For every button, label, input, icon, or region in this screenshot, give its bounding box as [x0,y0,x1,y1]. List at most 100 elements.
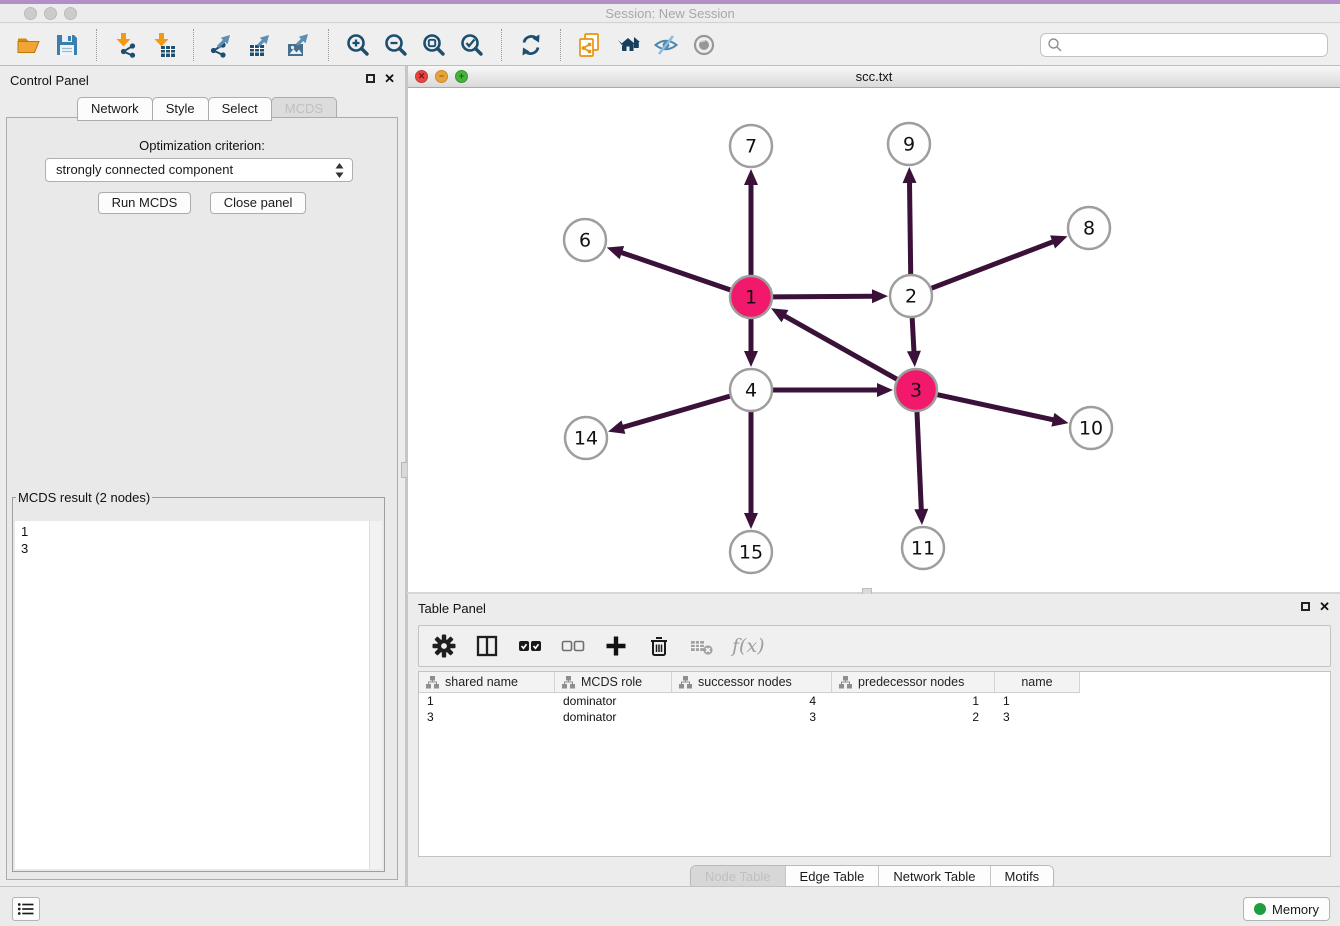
network-window-titlebar[interactable]: ✕ − + scc.txt [408,66,1340,88]
task-history-button[interactable] [12,897,40,921]
close-table-panel-icon[interactable]: ✕ [1319,601,1330,612]
main-toolbar [0,24,1340,66]
delete-column-icon[interactable] [646,633,672,659]
graph-edge-2-8[interactable] [932,242,1054,289]
mcds-tab-pane: Optimization criterion: strongly connect… [6,117,398,880]
memory-button[interactable]: Memory [1243,897,1330,921]
hierarchy-icon [839,676,852,689]
export-table-icon[interactable] [248,32,274,58]
table-cell[interactable]: dominator [555,710,672,724]
search-field[interactable] [1040,33,1328,57]
add-column-icon[interactable] [603,633,629,659]
table-settings-icon[interactable] [431,633,457,659]
graph-edge-2-9[interactable] [910,182,911,274]
graph-edge-3-11[interactable] [917,412,921,510]
table-header-row: shared name MCDS role successor nodes pr… [419,672,1080,693]
network-view-window: ✕ − + scc.txt 7968124314101511 [407,66,1340,592]
zoom-in-icon[interactable] [345,32,371,58]
graph-edge-1-6[interactable] [621,252,730,290]
memory-status-dot [1254,903,1266,915]
tab-style[interactable]: Style [152,97,209,121]
search-input[interactable] [1063,35,1327,55]
table-cell[interactable]: 1 [419,694,555,708]
graph-node-label-15: 15 [739,542,763,564]
table-cell[interactable]: 3 [419,710,555,724]
result-scrollbar[interactable] [369,521,382,869]
graph-edge-2-3[interactable] [912,318,914,352]
table-cell[interactable]: 3 [995,710,1080,724]
toolbar-separator [501,29,502,61]
refresh-view-icon[interactable] [518,32,544,58]
open-session-icon[interactable] [16,32,42,58]
export-network-icon[interactable] [210,32,236,58]
table-toolbar: f(x) [418,625,1331,667]
show-graphics-icon[interactable] [691,32,717,58]
table-cell[interactable]: dominator [555,694,672,708]
graph-node-label-10: 10 [1079,418,1103,440]
table-row[interactable]: 3dominator323 [419,709,1330,725]
zoom-fit-icon[interactable] [421,32,447,58]
column-header-mcds-role[interactable]: MCDS role [555,672,672,692]
import-network-icon[interactable] [113,32,139,58]
graph-node-label-3: 3 [910,380,922,402]
hide-graphics-icon[interactable] [653,32,679,58]
table-cell[interactable]: 4 [672,694,832,708]
tab-node-table[interactable]: Node Table [691,866,785,888]
network-graph[interactable]: 7968124314101511 [408,88,1339,592]
clone-network-icon[interactable] [577,32,603,58]
table-row[interactable]: 1dominator411 [419,693,1330,709]
export-image-icon[interactable] [286,32,312,58]
mcds-result-box: MCDS result (2 nodes) 1 3 [12,490,385,872]
column-header-successor-nodes[interactable]: successor nodes [672,672,832,692]
apply-layout-icon[interactable] [615,32,641,58]
column-label: successor nodes [698,675,792,689]
select-all-rows-icon[interactable] [517,633,543,659]
node-table: shared name MCDS role successor nodes pr… [418,671,1331,857]
split-panel-icon[interactable] [474,633,500,659]
close-panel-button[interactable]: Close panel [210,192,307,214]
table-cell[interactable]: 1 [832,694,995,708]
table-cell[interactable]: 2 [832,710,995,724]
column-label: shared name [445,675,518,689]
control-panel-title: Control Panel [10,73,89,88]
run-mcds-button[interactable]: Run MCDS [98,192,192,214]
dropdown-value: strongly connected component [56,162,233,177]
float-panel-icon[interactable] [366,74,375,83]
column-header-shared-name[interactable]: shared name [419,672,555,692]
control-panel: Control Panel ✕ Network Style Select MCD… [0,66,405,886]
column-label: predecessor nodes [858,675,964,689]
network-canvas[interactable]: 7968124314101511 [408,88,1340,592]
graph-node-label-11: 11 [911,538,935,560]
float-table-panel-icon[interactable] [1301,602,1310,611]
graph-edge-1-2[interactable] [773,296,873,297]
save-session-icon[interactable] [54,32,80,58]
graph-edge-3-1[interactable] [784,316,897,380]
tab-network[interactable]: Network [77,97,153,121]
table-cell[interactable]: 3 [672,710,832,724]
tab-motifs[interactable]: Motifs [990,866,1054,888]
graph-edge-3-10[interactable] [937,395,1053,420]
mcds-result-textarea[interactable]: 1 3 [15,521,382,869]
column-header-name[interactable]: name [995,672,1080,692]
toolbar-separator [193,29,194,61]
apply-function-icon: f(x) [732,635,765,657]
import-table-icon[interactable] [151,32,177,58]
zoom-out-icon[interactable] [383,32,409,58]
column-header-predecessor-nodes[interactable]: predecessor nodes [832,672,995,692]
app-titlebar: Session: New Session [0,4,1340,23]
deselect-all-rows-icon[interactable] [560,633,586,659]
zoom-selected-icon[interactable] [459,32,485,58]
graph-node-label-1: 1 [745,287,757,309]
close-panel-icon[interactable]: ✕ [384,73,395,84]
graph-edge-4-14[interactable] [622,396,729,427]
app-title: Session: New Session [0,6,1340,21]
mcds-result-legend: MCDS result (2 nodes) [16,490,152,505]
tab-select[interactable]: Select [208,97,272,121]
result-line: 3 [21,540,369,557]
network-window-title: scc.txt [408,69,1340,84]
tab-network-table[interactable]: Network Table [878,866,989,888]
graph-node-label-14: 14 [574,428,598,450]
table-cell[interactable]: 1 [995,694,1080,708]
tab-edge-table[interactable]: Edge Table [785,866,879,888]
optimization-criterion-select[interactable]: strongly connected component [45,158,353,182]
